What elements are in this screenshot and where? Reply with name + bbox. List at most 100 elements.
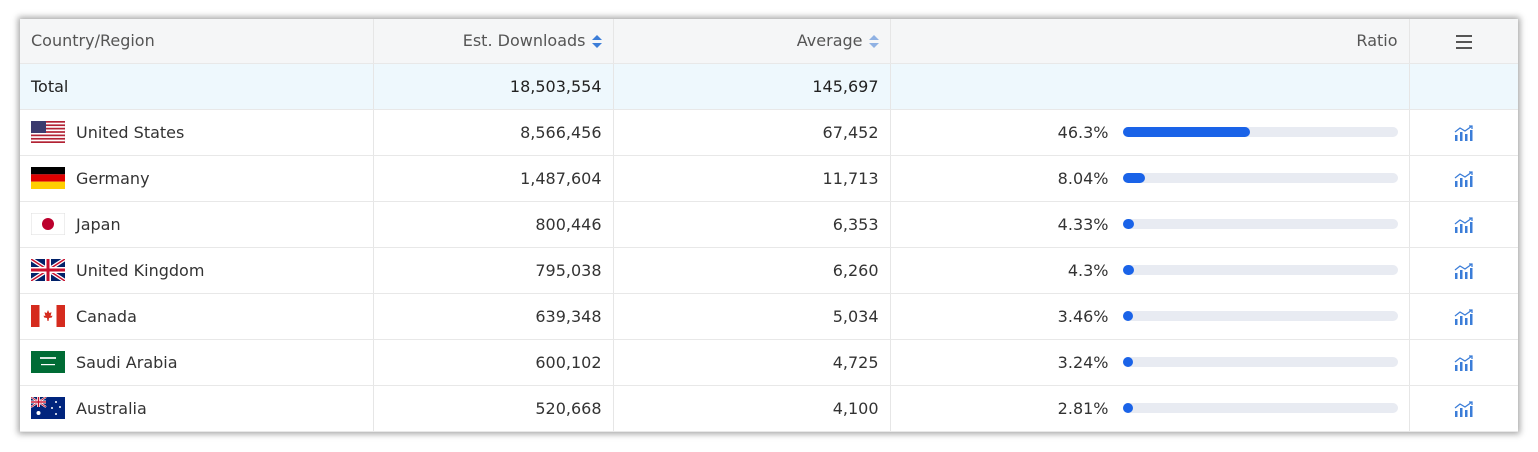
ratio-cell: 4.3% [890, 247, 1410, 294]
flag-united-states-icon [31, 121, 76, 143]
country-cell: Germany [20, 155, 374, 202]
downloads-cell: 520,668 [373, 385, 614, 432]
average-cell: 4,725 [613, 339, 891, 386]
trend-button[interactable] [1409, 339, 1518, 386]
table-header-row: Country/Region Est. Downloads Average Ra… [20, 19, 1518, 64]
average-cell: 4,100 [613, 385, 891, 432]
total-label: Total [20, 63, 374, 110]
ratio-cell: 3.24% [890, 339, 1410, 386]
flag-australia-icon [31, 397, 76, 419]
ratio-bar-fill [1122, 219, 1135, 229]
ratio-cell: 4.33% [890, 201, 1410, 248]
average-cell: 6,260 [613, 247, 891, 294]
ratio-cell: 46.3% [890, 109, 1410, 156]
downloads-cell: 639,348 [373, 293, 614, 340]
ratio-value: 3.24% [1057, 352, 1109, 372]
country-cell: Saudi Arabia [20, 339, 374, 386]
country-name: Canada [76, 306, 137, 326]
ratio-cell: 8.04% [890, 155, 1410, 202]
ratio-value: 46.3% [1057, 122, 1109, 142]
ratio-value: 4.33% [1057, 214, 1109, 234]
ratio-value: 8.04% [1057, 168, 1109, 188]
sort-arrows-icon[interactable] [591, 34, 602, 49]
column-menu-button[interactable] [1409, 19, 1518, 64]
ratio-cell: 2.81% [890, 385, 1410, 432]
ratio-value: 4.3% [1067, 260, 1109, 280]
bar-chart-trend-icon[interactable] [1454, 171, 1474, 187]
trend-button[interactable] [1409, 155, 1518, 202]
bar-chart-trend-icon[interactable] [1454, 401, 1474, 417]
ratio-bar-fill [1122, 311, 1133, 321]
flag-canada-icon [31, 305, 76, 327]
ratio-bar-fill [1122, 403, 1133, 413]
ratio-bar-fill [1122, 357, 1133, 367]
ratio-bar-track [1122, 265, 1398, 275]
total-row: Total 18,503,554 145,697 [20, 63, 1518, 110]
ratio-bar-fill [1122, 127, 1250, 137]
column-header-average[interactable]: Average [613, 19, 891, 64]
downloads-cell: 795,038 [373, 247, 614, 294]
sort-arrows-icon[interactable] [868, 34, 879, 49]
trend-button[interactable] [1409, 201, 1518, 248]
average-cell: 67,452 [613, 109, 891, 156]
flag-united-kingdom-icon [31, 259, 76, 281]
column-header-country: Country/Region [20, 19, 374, 64]
downloads-cell: 1,487,604 [373, 155, 614, 202]
average-cell: 5,034 [613, 293, 891, 340]
country-cell: United Kingdom [20, 247, 374, 294]
bar-chart-trend-icon[interactable] [1454, 355, 1474, 371]
country-cell: Australia [20, 385, 374, 432]
ratio-value: 2.81% [1057, 398, 1109, 418]
trend-button[interactable] [1409, 385, 1518, 432]
country-name: Australia [76, 398, 147, 418]
country-name: United Kingdom [76, 260, 205, 280]
country-downloads-table-card: Country/Region Est. Downloads Average Ra… [20, 19, 1518, 432]
flag-saudi-arabia-icon [31, 351, 76, 373]
table-row: Japan 800,446 6,353 4.33% [20, 201, 1518, 248]
flag-germany-icon [31, 167, 76, 189]
ratio-bar-track [1122, 403, 1398, 413]
table-row: United States 8,566,456 67,452 46.3% [20, 109, 1518, 156]
table-row: Australia 520,668 4,100 2.81% [20, 385, 1518, 432]
trend-button[interactable] [1409, 293, 1518, 340]
ratio-value: 3.46% [1057, 306, 1109, 326]
downloads-cell: 600,102 [373, 339, 614, 386]
table-row: Saudi Arabia 600,102 4,725 3.24% [20, 339, 1518, 386]
country-cell: Canada [20, 293, 374, 340]
bar-chart-trend-icon[interactable] [1454, 263, 1474, 279]
downloads-cell: 8,566,456 [373, 109, 614, 156]
bar-chart-trend-icon[interactable] [1454, 125, 1474, 141]
flag-japan-icon [31, 213, 76, 235]
bar-chart-trend-icon[interactable] [1454, 309, 1474, 325]
ratio-bar-track [1122, 127, 1398, 137]
country-name: Japan [76, 214, 121, 234]
total-average: 145,697 [613, 63, 891, 110]
ratio-bar-track [1122, 219, 1398, 229]
column-header-ratio: Ratio [890, 19, 1410, 64]
ratio-bar-track [1122, 357, 1398, 367]
country-name: United States [76, 122, 185, 142]
country-cell: Japan [20, 201, 374, 248]
bar-chart-trend-icon[interactable] [1454, 217, 1474, 233]
country-cell: United States [20, 109, 374, 156]
country-downloads-table: Country/Region Est. Downloads Average Ra… [20, 19, 1518, 432]
total-downloads: 18,503,554 [373, 63, 614, 110]
trend-button[interactable] [1409, 109, 1518, 156]
country-name: Saudi Arabia [76, 352, 178, 372]
ratio-bar-track [1122, 173, 1398, 183]
table-row: Germany 1,487,604 11,713 8.04% [20, 155, 1518, 202]
trend-button[interactable] [1409, 247, 1518, 294]
ratio-cell: 3.46% [890, 293, 1410, 340]
average-cell: 6,353 [613, 201, 891, 248]
table-row: United Kingdom 795,038 6,260 4.3% [20, 247, 1518, 294]
ratio-bar-track [1122, 311, 1398, 321]
hamburger-menu-icon[interactable] [1455, 34, 1472, 49]
column-header-downloads[interactable]: Est. Downloads [373, 19, 614, 64]
country-name: Germany [76, 168, 150, 188]
total-action-cell [1409, 63, 1518, 110]
total-ratio-cell [890, 63, 1410, 110]
ratio-bar-fill [1122, 265, 1135, 275]
ratio-bar-fill [1122, 173, 1145, 183]
downloads-cell: 800,446 [373, 201, 614, 248]
average-cell: 11,713 [613, 155, 891, 202]
